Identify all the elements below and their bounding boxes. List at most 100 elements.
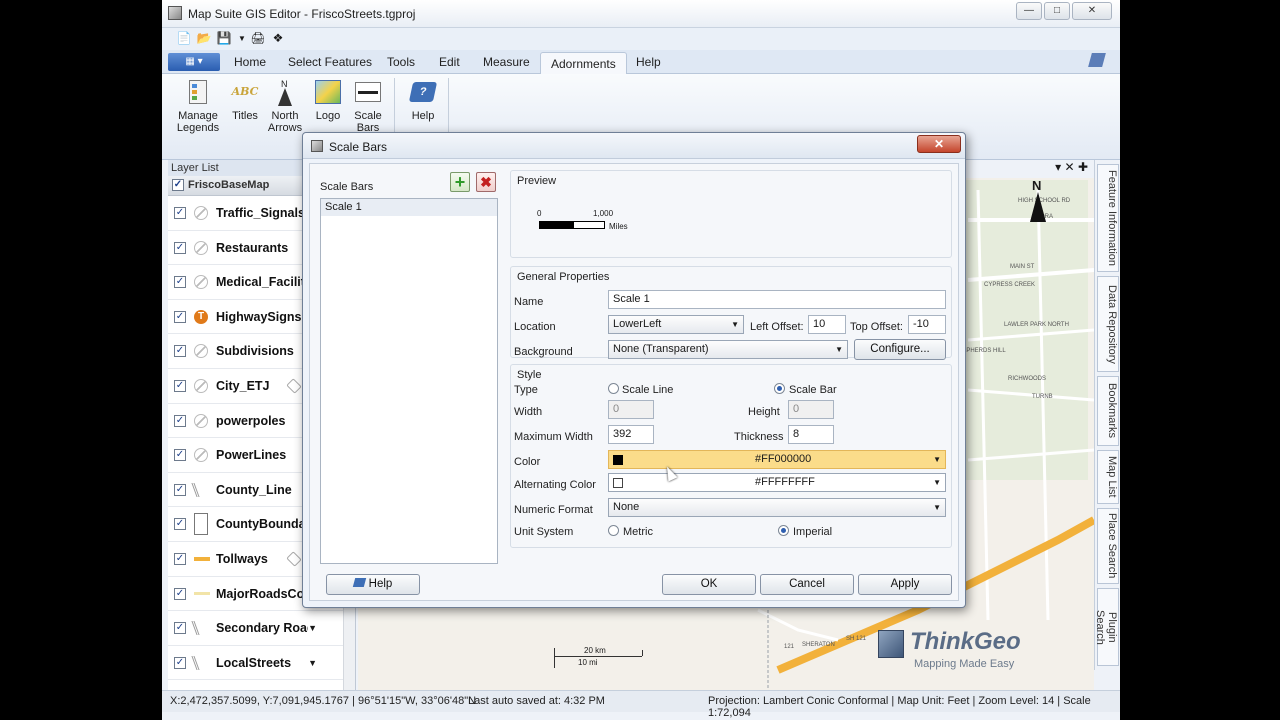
map-add-icon[interactable]: ✚ <box>1078 160 1088 174</box>
scale-bar-top-label: 20 km <box>584 646 606 655</box>
metric-radio[interactable] <box>608 525 619 536</box>
list-item[interactable]: Scale 1 <box>321 199 497 216</box>
numeric-format-dropdown[interactable]: None ▼ <box>608 498 946 517</box>
tab-adornments[interactable]: Adornments <box>540 52 627 75</box>
layer-visibility-checkbox[interactable]: ✓ <box>174 345 186 358</box>
layer-visibility-checkbox[interactable]: ✓ <box>174 622 186 635</box>
layer-visibility-checkbox[interactable]: ✓ <box>174 276 186 289</box>
add-scale-bar-button[interactable]: + <box>450 172 470 192</box>
chevron-down-icon: ▼ <box>933 503 941 512</box>
tab-data-repository[interactable]: Data Repository <box>1097 276 1119 372</box>
layer-visibility-checkbox[interactable]: ✓ <box>174 414 186 427</box>
imperial-radio[interactable] <box>778 525 789 536</box>
ok-button[interactable]: OK <box>662 574 756 595</box>
tab-feature-information[interactable]: Feature Information <box>1097 164 1119 272</box>
top-offset-field[interactable]: -10 <box>908 315 946 334</box>
chevron-down-icon: ▼ <box>835 345 843 354</box>
map-north-arrow-icon <box>1030 192 1046 222</box>
numeric-format-value: None <box>613 501 640 513</box>
name-field[interactable]: Scale 1 <box>608 290 946 309</box>
layer-item[interactable]: ✓ Secondary Roads▼ <box>168 611 355 646</box>
print-icon[interactable]: 🖨 <box>250 31 266 46</box>
expand-arrow-icon[interactable]: ▼ <box>308 658 317 668</box>
tab-select-features[interactable]: Select Features <box>288 55 372 69</box>
max-width-field[interactable]: 392 <box>608 425 654 444</box>
plugin-icon[interactable]: ❖ <box>270 31 286 46</box>
tab-plugin-search[interactable]: Plugin Search <box>1094 588 1119 666</box>
height-field[interactable]: 0 <box>788 400 834 419</box>
thickness-field[interactable]: 8 <box>788 425 834 444</box>
tab-bookmarks[interactable]: Bookmarks <box>1097 376 1119 446</box>
scale-line-radio[interactable] <box>608 383 619 394</box>
ribbon-help-icon[interactable] <box>1088 53 1106 67</box>
tab-map-list[interactable]: Map List <box>1097 450 1119 504</box>
new-file-icon[interactable]: 📄 <box>176 31 192 46</box>
manage-legends-button[interactable]: Manage Legends <box>176 78 220 134</box>
tab-home[interactable]: Home <box>234 55 266 69</box>
numeric-format-label: Numeric Format <box>514 504 593 516</box>
layer-item[interactable]: ✓ LocalStreets ▼ <box>168 646 355 681</box>
maximize-button[interactable]: □ <box>1044 2 1070 20</box>
tab-tools[interactable]: Tools <box>387 55 415 69</box>
apply-button[interactable]: Apply <box>858 574 952 595</box>
brand-tagline: Mapping Made Easy <box>914 658 1015 670</box>
layer-visibility-checkbox[interactable]: ✓ <box>174 241 186 254</box>
close-button[interactable]: ✕ <box>1072 2 1112 20</box>
line-icon <box>191 482 211 497</box>
line-icon <box>191 621 211 636</box>
group-checkbox[interactable]: ✓ <box>172 179 184 192</box>
open-folder-icon[interactable]: 📂 <box>196 31 212 46</box>
background-value: None (Transparent) <box>613 343 709 355</box>
status-coordinates: X:2,472,357.5099, Y:7,091,945.1767 | 96°… <box>170 695 477 707</box>
layer-visibility-checkbox[interactable]: ✓ <box>174 449 186 462</box>
delete-scale-bar-button[interactable]: ✖ <box>476 172 496 192</box>
expand-arrow-icon[interactable]: ▼ <box>308 623 317 633</box>
north-arrow-icon: N <box>270 78 300 106</box>
map-street-label: TURNB <box>1032 394 1053 400</box>
alternating-color-dropdown[interactable]: #FFFFFFFF ▼ <box>608 473 946 492</box>
dialog-app-icon <box>311 140 323 152</box>
dropdown-icon[interactable]: ▼ <box>234 31 250 46</box>
background-dropdown[interactable]: None (Transparent) ▼ <box>608 340 848 359</box>
layer-visibility-checkbox[interactable]: ✓ <box>174 656 186 669</box>
scale-bars-button[interactable]: Scale Bars <box>350 78 386 134</box>
map-close-icon[interactable]: ✕ <box>1065 160 1075 174</box>
tab-measure[interactable]: Measure <box>483 55 530 69</box>
dialog-help-button[interactable]: Help <box>326 574 420 595</box>
circle-slash-icon <box>194 275 208 290</box>
dialog-close-button[interactable]: ✕ <box>917 135 961 153</box>
tab-place-search[interactable]: Place Search <box>1097 508 1119 584</box>
tab-edit[interactable]: Edit <box>439 55 460 69</box>
color-label: Color <box>514 456 541 468</box>
layer-visibility-checkbox[interactable]: ✓ <box>174 379 186 392</box>
name-label: Name <box>514 296 544 308</box>
color-value: #FF000000 <box>755 453 812 465</box>
map-dropdown-icon[interactable]: ▾ <box>1055 160 1061 174</box>
cancel-button[interactable]: Cancel <box>760 574 854 595</box>
layer-visibility-checkbox[interactable]: ✓ <box>174 207 186 219</box>
highway-sign-icon: T <box>194 309 208 324</box>
layer-visibility-checkbox[interactable]: ✓ <box>174 587 186 600</box>
location-dropdown[interactable]: LowerLeft ▼ <box>608 315 744 334</box>
left-offset-field[interactable]: 10 <box>808 315 846 334</box>
layer-visibility-checkbox[interactable]: ✓ <box>174 483 186 496</box>
width-field[interactable]: 0 <box>608 400 654 419</box>
preview-zero-label: 0 <box>537 209 542 218</box>
scale-bar-radio[interactable] <box>774 383 785 394</box>
configure-button[interactable]: Configure... <box>854 339 946 360</box>
ribbon-help-button[interactable]: ? Help <box>406 78 440 122</box>
circle-slash-icon <box>194 378 208 393</box>
tab-help[interactable]: Help <box>636 55 661 69</box>
layer-name: HighwaySigns <box>216 309 302 324</box>
logo-button[interactable]: Logo <box>312 78 344 122</box>
north-arrows-button[interactable]: N North Arrows <box>266 78 304 134</box>
layer-visibility-checkbox[interactable]: ✓ <box>174 518 186 531</box>
color-dropdown[interactable]: #FF000000 ▼ <box>608 450 946 469</box>
layer-name: Medical_Facilities <box>216 275 308 290</box>
layer-visibility-checkbox[interactable]: ✓ <box>174 310 186 323</box>
layer-visibility-checkbox[interactable]: ✓ <box>174 552 186 565</box>
save-icon[interactable]: 💾 <box>216 31 232 46</box>
minimize-button[interactable]: — <box>1016 2 1042 20</box>
titles-button[interactable]: ABC Titles <box>228 78 262 122</box>
application-menu-button[interactable]: ▦ ▾ <box>168 53 220 71</box>
